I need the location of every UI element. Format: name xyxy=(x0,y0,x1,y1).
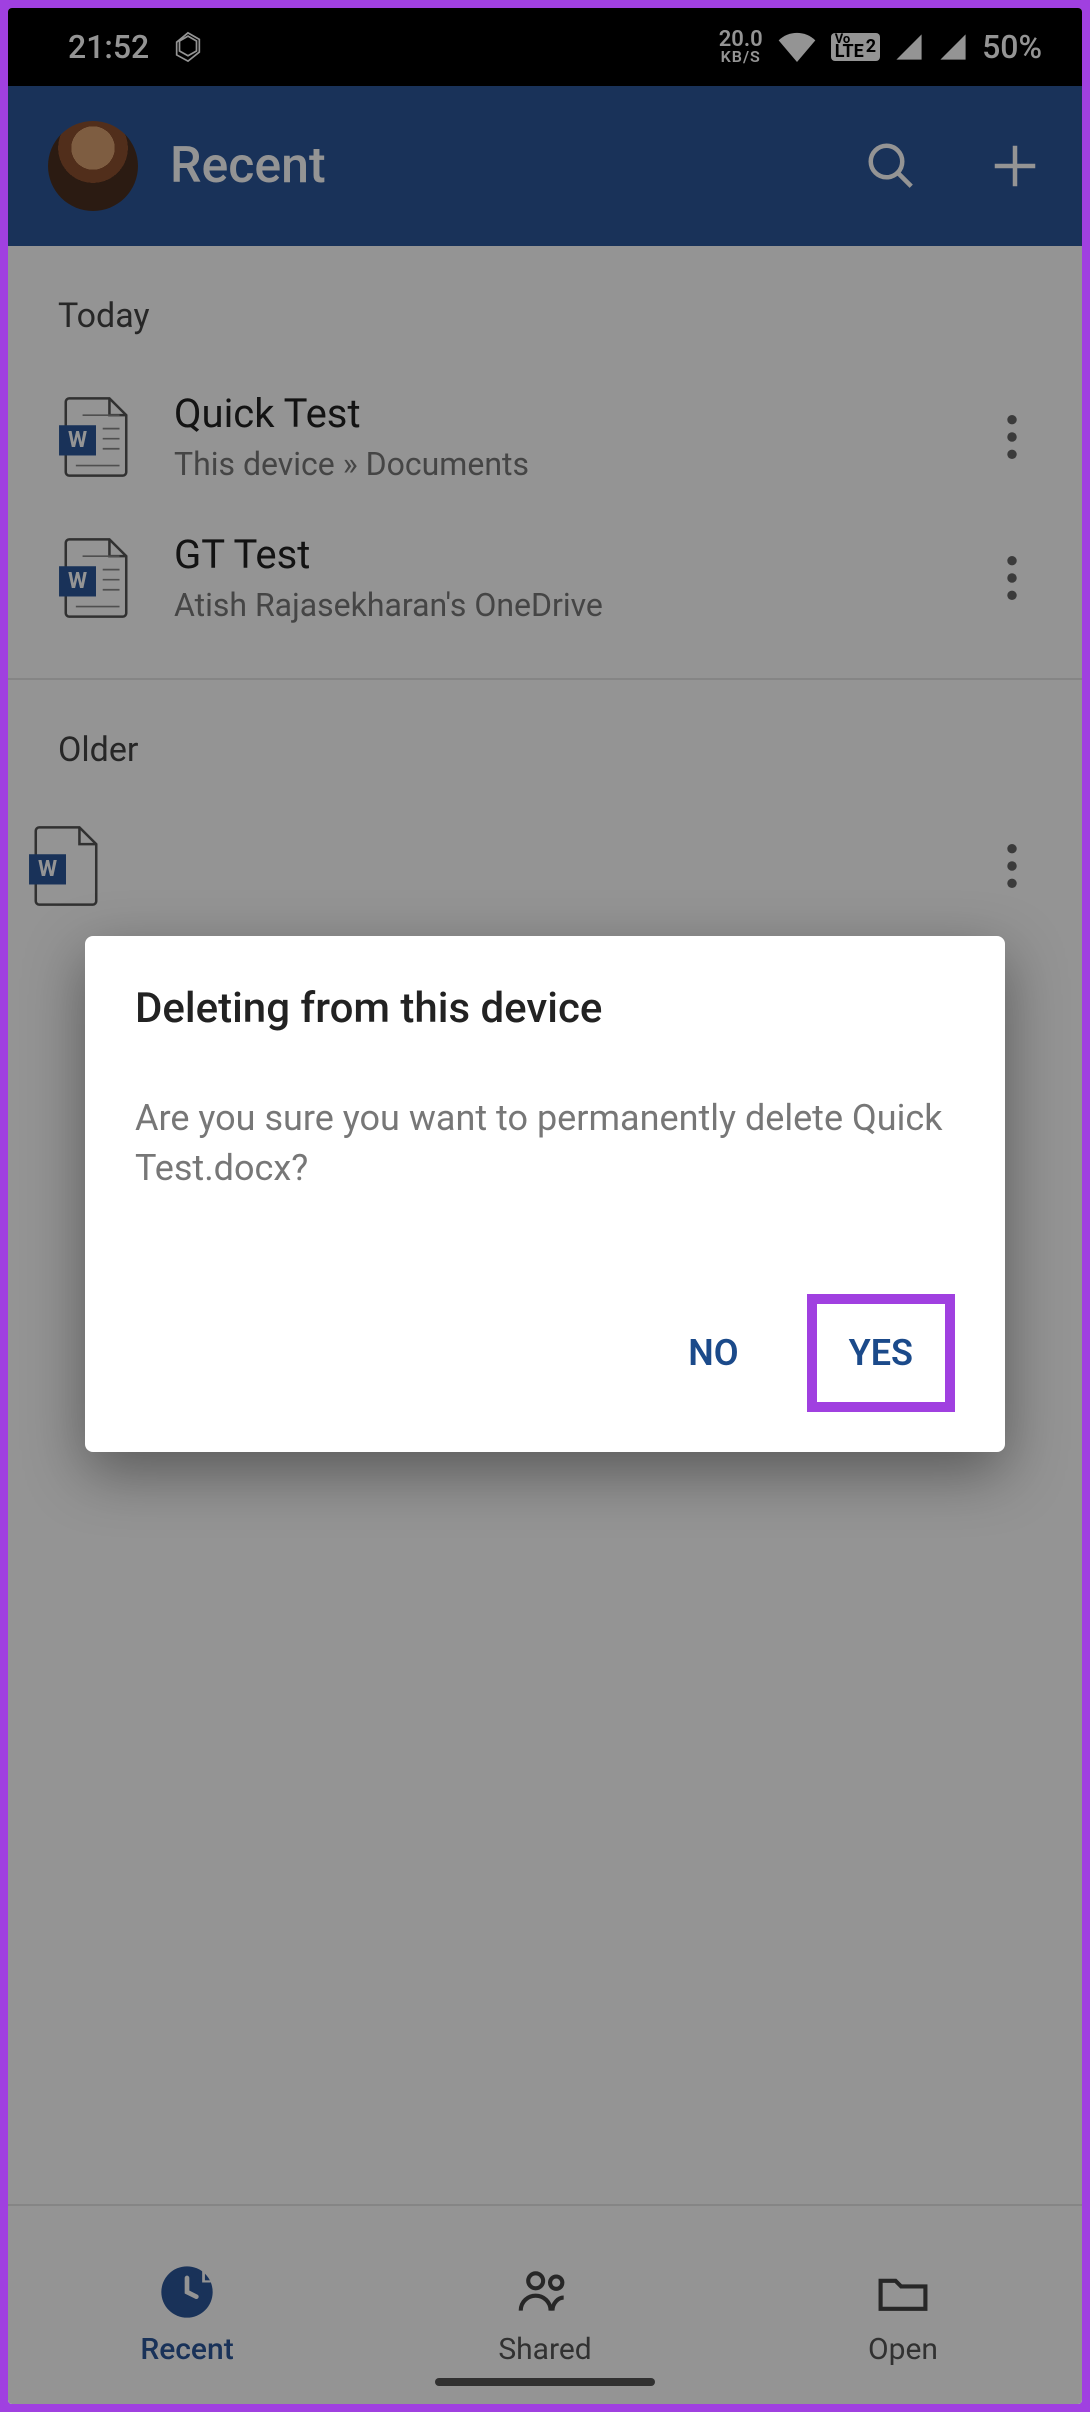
device-frame: 21:52 20.0 KB/S Vo LTE 2 50% Recent xyxy=(8,8,1082,2404)
yes-highlight: YES xyxy=(807,1294,955,1412)
delete-confirm-dialog: Deleting from this device Are you sure y… xyxy=(85,936,1005,1452)
dialog-yes-button[interactable]: YES xyxy=(821,1308,941,1398)
dialog-title: Deleting from this device xyxy=(135,984,955,1033)
dialog-no-button[interactable]: NO xyxy=(660,1308,766,1398)
dialog-body: Are you sure you want to permanently del… xyxy=(135,1093,955,1194)
modal-scrim[interactable]: Deleting from this device Are you sure y… xyxy=(8,8,1082,2404)
